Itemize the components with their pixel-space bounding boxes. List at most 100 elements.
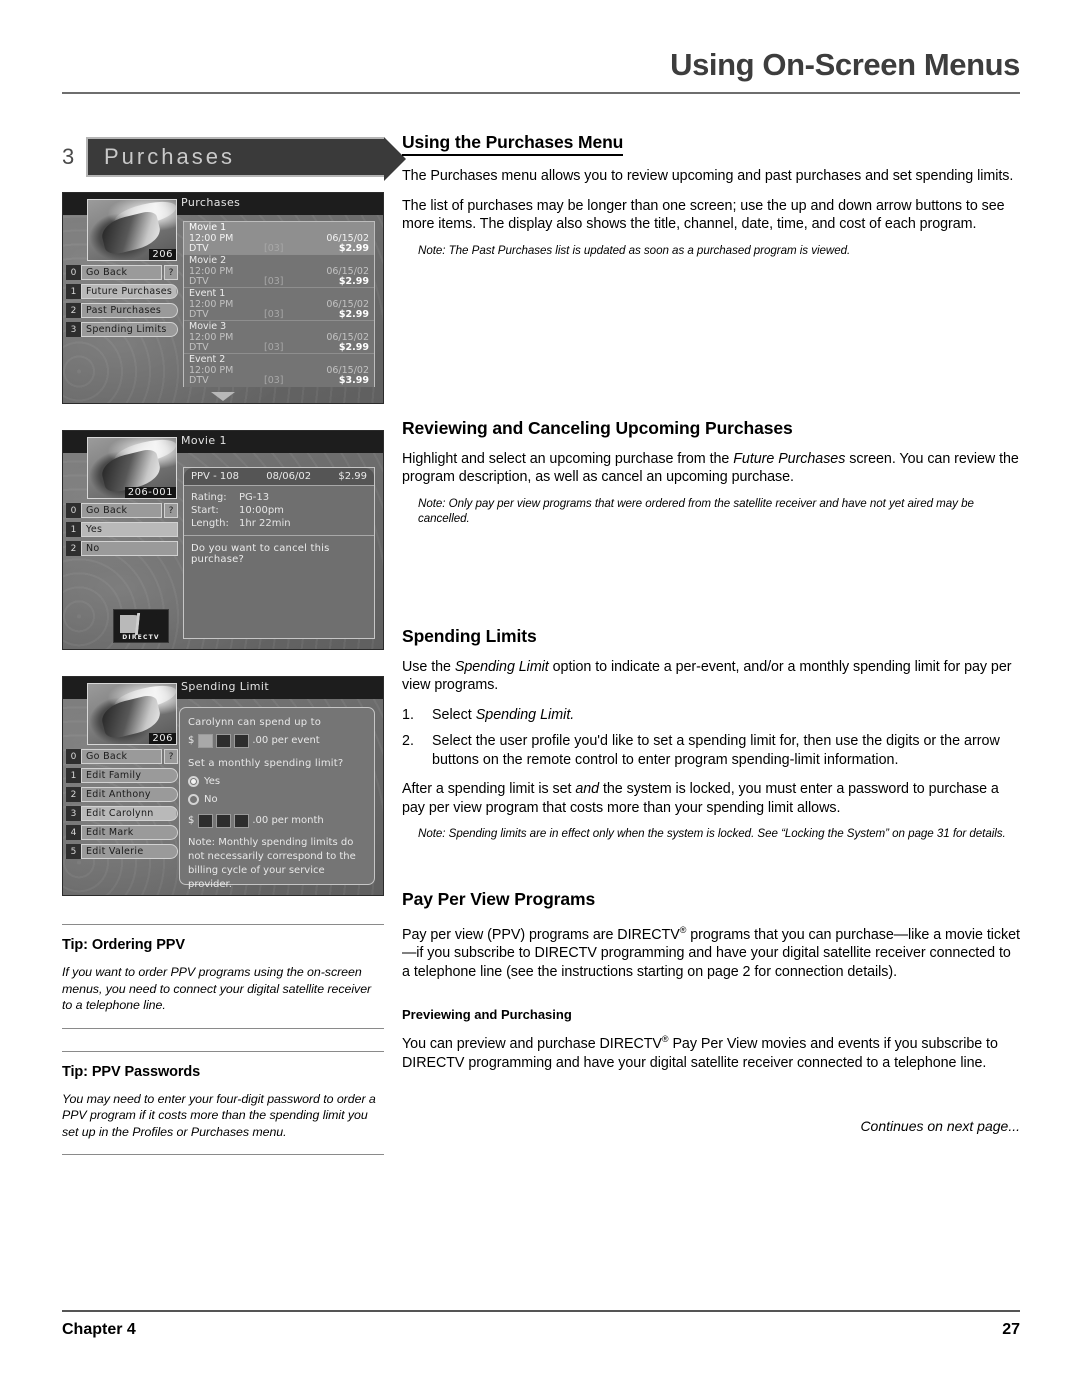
digit-box-1[interactable] xyxy=(198,733,214,748)
menu-key-1: 1 xyxy=(66,284,81,299)
reviewing-text-a: Highlight and select an upcoming purchas… xyxy=(402,450,734,467)
logo-text: DIRECTV xyxy=(122,634,160,641)
radio-option-yes[interactable]: Yes xyxy=(188,774,366,789)
menu-key-5: 5 xyxy=(66,844,81,859)
row-rating: [03] xyxy=(264,342,284,354)
detail-header: PPV - 108 08/06/02 $2.99 xyxy=(184,468,374,486)
heading-using-purchases-menu: Using the Purchases Menu xyxy=(402,132,623,156)
menu-item-go-back[interactable]: 0 Go Back ? xyxy=(66,503,178,518)
digit-box-2[interactable] xyxy=(216,733,232,748)
detail-key: Rating: xyxy=(191,492,227,503)
menu-label-edit-anthony: Edit Anthony xyxy=(81,787,178,802)
chevron-right-icon xyxy=(176,826,177,839)
chapter-tab-chip: Purchases xyxy=(86,137,406,181)
header-divider xyxy=(62,92,1020,95)
detail-attributes: Rating: PG-13 Start: 10:00pm Length: 1hr… xyxy=(184,486,374,536)
help-icon[interactable]: ? xyxy=(164,749,178,764)
per-event-suffix: .00 per event xyxy=(252,735,320,746)
left-column: 3 Purchases Purchases 206 0 Go Back ? 1 … xyxy=(62,136,406,1155)
table-row[interactable]: Movie 1 12:00 PM 06/15/02 DTV [03] $2.99 xyxy=(184,222,374,255)
menu-item-future-purchases[interactable]: 1 Future Purchases xyxy=(66,284,178,299)
footer-divider xyxy=(62,1310,1020,1312)
page-header: Using On-Screen Menus xyxy=(62,47,1020,95)
menu-item-go-back[interactable]: 0 Go Back ? xyxy=(66,749,178,764)
chapter-tab-number: 3 xyxy=(62,144,75,169)
row-rating: [03] xyxy=(264,309,284,321)
continues-next-page: Continues on next page... xyxy=(860,1118,1020,1135)
digit-box-3[interactable] xyxy=(234,733,250,748)
detail-value: 1hr 22min xyxy=(239,518,291,529)
menu-item-yes[interactable]: 1 Yes xyxy=(66,522,178,537)
menu-key-1: 1 xyxy=(66,522,81,537)
step1-italic: Spending Limit. xyxy=(475,706,575,723)
scroll-down-arrow-icon[interactable] xyxy=(211,392,235,401)
menu-item-edit-anthony[interactable]: 2 Edit Anthony xyxy=(66,787,178,802)
radio-button-unselected-icon[interactable] xyxy=(188,794,199,805)
table-row[interactable]: Event 2 12:00 PM 06/15/02 DTV [03] $3.99 xyxy=(184,354,374,387)
menu-label-yes: Yes xyxy=(81,522,178,537)
chevron-right-icon xyxy=(176,323,177,336)
radio-option-no[interactable]: No xyxy=(188,792,366,807)
digit-box-3[interactable] xyxy=(234,813,250,828)
menu-key-0: 0 xyxy=(66,749,81,764)
table-row[interactable]: Event 1 12:00 PM 06/15/02 DTV [03] $2.99 xyxy=(184,288,374,321)
digit-box-1[interactable] xyxy=(198,813,214,828)
row-source: DTV xyxy=(189,309,209,321)
menu-item-go-back[interactable]: 0 Go Back ? xyxy=(66,265,178,280)
chapter-tab: 3 Purchases xyxy=(62,136,406,181)
right-column: Using the Purchases Menu The Purchases m… xyxy=(402,132,1020,1134)
menu-item-no[interactable]: 2 No xyxy=(66,541,178,556)
footer-page-number: 27 xyxy=(1002,1321,1020,1338)
menu-key-2: 2 xyxy=(66,541,81,556)
step-number: 2. xyxy=(402,733,414,749)
manual-page: Using On-Screen Menus 3 Purchases Purcha… xyxy=(0,0,1080,1397)
menu-label-future-purchases: Future Purchases xyxy=(81,284,178,299)
dollar-sign: $ xyxy=(188,815,195,826)
ppv-p2-a: You can preview and purchase DIRECTV xyxy=(402,1036,662,1053)
detail-value: PG-13 xyxy=(239,492,270,503)
menu-key-0: 0 xyxy=(66,265,81,280)
menu-key-1: 1 xyxy=(66,768,81,783)
per-month-suffix: .00 per month xyxy=(252,815,324,826)
video-preview-thumbnail: 206-001 xyxy=(87,437,177,499)
paragraph-reviewing: Highlight and select an upcoming purchas… xyxy=(402,450,1020,487)
row-price: $2.99 xyxy=(338,309,369,321)
radio-label-no: No xyxy=(204,794,218,805)
tip-spacer xyxy=(62,1029,384,1051)
menu-label-go-back: Go Back xyxy=(81,503,162,518)
help-icon[interactable]: ? xyxy=(164,265,178,280)
heading-pay-per-view: Pay Per View Programs xyxy=(402,889,596,909)
detail-row-rating: Rating: PG-13 xyxy=(191,491,367,504)
list-item: 1. Select Spending Limit. xyxy=(402,706,1020,725)
purchases-list[interactable]: Movie 1 12:00 PM 06/15/02 DTV [03] $2.99 Mo… xyxy=(183,221,375,387)
tip-title-ppv-passwords: Tip: PPV Passwords xyxy=(62,1063,201,1080)
paragraph-spending-password: After a spending limit is set and the sy… xyxy=(402,780,1020,817)
help-icon[interactable]: ? xyxy=(164,503,178,518)
menu-item-edit-valerie[interactable]: 5 Edit Valerie xyxy=(66,844,178,859)
detail-channel: PPV - 108 xyxy=(191,471,239,482)
menu-item-spending-limits[interactable]: 3 Spending Limits xyxy=(66,322,178,337)
row-rating: [03] xyxy=(264,276,284,288)
radio-button-selected-icon[interactable] xyxy=(188,776,199,787)
menu-item-past-purchases[interactable]: 2 Past Purchases xyxy=(66,303,178,318)
menu-key-2: 2 xyxy=(66,303,81,318)
note-cancel-restriction: Note: Only pay per view programs that we… xyxy=(418,496,974,525)
menu-item-edit-family[interactable]: 1 Edit Family xyxy=(66,768,178,783)
channel-number-badge: 206 xyxy=(149,249,176,260)
menu-item-edit-carolynn[interactable]: 3 Edit Carolynn xyxy=(66,806,178,821)
per-event-amount-input[interactable]: $ .00 per event xyxy=(188,733,366,748)
tip-divider-top xyxy=(62,924,384,925)
chevron-right-icon xyxy=(176,807,177,820)
tv-screen-title: Movie 1 xyxy=(181,434,227,447)
note-past-purchases: Note: The Past Purchases list is updated… xyxy=(418,243,851,257)
program-detail-panel: PPV - 108 08/06/02 $2.99 Rating: PG-13 S… xyxy=(183,467,375,639)
spending-italic: Spending Limit xyxy=(454,658,549,675)
menu-key-3: 3 xyxy=(66,806,81,821)
table-row[interactable]: Movie 3 12:00 PM 06/15/02 DTV [03] $2.99 xyxy=(184,321,374,354)
spending-limit-panel: Carolynn can spend up to $ .00 per event… xyxy=(179,707,375,890)
per-month-amount-input[interactable]: $ .00 per month xyxy=(188,813,366,828)
channel-number-badge: 206-001 xyxy=(124,487,176,498)
digit-box-2[interactable] xyxy=(216,813,232,828)
menu-item-edit-mark[interactable]: 4 Edit Mark xyxy=(66,825,178,840)
table-row[interactable]: Movie 2 12:00 PM 06/15/02 DTV [03] $2.99 xyxy=(184,255,374,288)
